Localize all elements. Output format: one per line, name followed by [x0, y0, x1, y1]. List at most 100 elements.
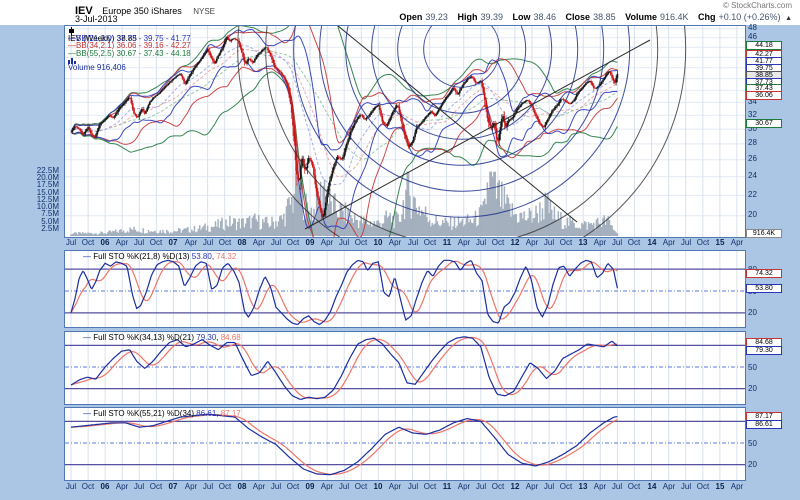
- x-tick-label: Oct: [149, 482, 163, 491]
- x-tick-label: Oct: [696, 482, 710, 491]
- x-tick-label: Jul: [680, 482, 692, 491]
- x-tick-label: 07: [168, 482, 178, 491]
- low-label: Low: [512, 12, 531, 22]
- line-swatch-icon: —: [83, 409, 94, 418]
- x-tick-label: 06: [100, 238, 110, 247]
- price-axis-label: 20: [748, 308, 757, 317]
- x-tick-label: 15: [715, 238, 725, 247]
- x-tick-label: Jul: [611, 238, 623, 247]
- axis-value-box: 79.30: [746, 346, 782, 355]
- x-tick-label: 11: [442, 482, 452, 491]
- x-tick-label: 11: [442, 238, 452, 247]
- high-value: 39.39: [480, 12, 503, 22]
- x-tick-label: Apr: [525, 482, 539, 491]
- x-tick-label: Jul: [475, 482, 487, 491]
- x-tick-label: Jul: [202, 482, 214, 491]
- volume-value: 916.4K: [659, 12, 689, 22]
- legend-bb55: —BB(55,2.5) 30.67 - 37.43 - 44.18: [68, 48, 191, 58]
- price-axis-label: 50: [748, 363, 757, 372]
- x-tick-label: 10: [373, 238, 383, 247]
- chart-header: IEV Europe 350 iShares NYSE 3-Jul-2013 ©…: [0, 0, 800, 25]
- x-tick-label: 13: [578, 482, 588, 491]
- volume-label: Volume: [625, 12, 657, 22]
- stockcharts-page: IEV Europe 350 iShares NYSE 3-Jul-2013 ©…: [0, 0, 800, 500]
- x-tick-label: Apr: [593, 238, 607, 247]
- x-tick-label: Oct: [354, 238, 368, 247]
- x-tick-label: 08: [237, 238, 247, 247]
- exchange-label: NYSE: [193, 7, 215, 16]
- x-tick-label: Oct: [354, 482, 368, 491]
- x-tick-label: Jul: [338, 238, 350, 247]
- quote-line: Open 39.23 High 39.39 Low 38.46 Close 38.85 …: [392, 12, 792, 22]
- price-axis-label: 26: [748, 154, 757, 163]
- x-tick-label: Jul: [133, 238, 145, 247]
- x-tick-label: Oct: [696, 238, 710, 247]
- x-tick-label: Jul: [543, 482, 555, 491]
- x-tick-label: Oct: [559, 482, 573, 491]
- x-tick-label: Oct: [423, 238, 437, 247]
- x-tick-label: 12: [510, 482, 520, 491]
- x-tick-label: Jul: [133, 482, 145, 491]
- stochastic-mid-canvas: [65, 332, 745, 404]
- x-tick-label: Apr: [184, 482, 198, 491]
- x-tick-label: 07: [168, 238, 178, 247]
- x-tick-label: 09: [305, 238, 315, 247]
- x-tick-label: 14: [647, 482, 657, 491]
- stoch-slow-d-value: 87.17: [220, 409, 241, 418]
- low-value: 38.46: [533, 12, 557, 22]
- price-axis-label: 20: [748, 210, 757, 219]
- x-tick-label: Apr: [662, 482, 676, 491]
- x-tick-label: Oct: [559, 238, 573, 247]
- bottom-x-axis: Jul Oct 06 Apr Jul Oct 07 Apr Jul Oct 08 Apr Jul Oct 0…: [0, 482, 800, 495]
- axis-value-box: 36.06: [746, 91, 782, 100]
- x-tick-label: Apr: [115, 482, 129, 491]
- main-price-chart: IEV (Weekly) 38.85 —BB(21,2.0) 37.73 - 3…: [64, 25, 746, 238]
- price-axis-label: 20: [748, 460, 757, 469]
- x-tick-label: Jul: [270, 238, 282, 247]
- price-axis-label: 20: [748, 384, 757, 393]
- axis-value-box: 53.80: [746, 284, 782, 293]
- axis-value-box: 44.18: [746, 41, 782, 50]
- x-tick-label: Oct: [218, 238, 232, 247]
- stoch-mid-d-value: 84.68: [220, 333, 241, 342]
- price-axis-label: 48: [748, 23, 757, 32]
- x-tick-label: 10: [373, 482, 383, 491]
- x-tick-label: Jul: [270, 482, 282, 491]
- axis-value-box: 916.4K: [746, 229, 782, 238]
- x-tick-label: Apr: [252, 482, 266, 491]
- close-label: Close: [565, 12, 591, 22]
- price-axis-label: 24: [748, 171, 757, 180]
- price-axis-label: 28: [748, 138, 757, 147]
- stoch-fast-d-value: 74.32: [216, 252, 237, 261]
- axis-value-box: 30.67: [746, 119, 782, 128]
- price-axis-label: 46: [748, 32, 757, 41]
- volume-axis-labels: 22.5M 20.0M 17.5M 15.0M 12.5M 10.0M 7.5M 5.0M 2.…: [0, 0, 62, 240]
- x-tick-label: 12: [510, 238, 520, 247]
- stoch-fast-k-value: 53.80: [191, 252, 212, 261]
- close-value: 38.85: [593, 12, 616, 22]
- line-swatch-icon: —: [83, 252, 94, 261]
- x-tick-label: Oct: [286, 482, 300, 491]
- x-tick-label: Oct: [81, 482, 95, 491]
- x-tick-label: Oct: [286, 238, 300, 247]
- x-tick-label: 13: [578, 238, 588, 247]
- stochastic-panel-mid: — Full STO %K(34,13) %D(21) 79.30, 84.68: [64, 331, 746, 405]
- main-chart-legend: IEV (Weekly) 38.85 —BB(21,2.0) 37.73 - 3…: [68, 27, 191, 72]
- volume-axis-label: 2.5M: [41, 224, 59, 233]
- x-tick-label: Apr: [320, 482, 334, 491]
- x-tick-label: Jul: [65, 238, 77, 247]
- x-tick-label: 08: [237, 482, 247, 491]
- x-tick-label: Jul: [65, 482, 77, 491]
- stoch-slow-k-value: 86.61: [196, 409, 217, 418]
- x-tick-label: Apr: [730, 238, 744, 247]
- price-axis-label: 50: [748, 439, 757, 448]
- stochastic-slow-canvas: [65, 408, 745, 480]
- x-tick-label: Apr: [388, 482, 402, 491]
- price-axis-label: 32: [748, 110, 757, 119]
- x-tick-label: Oct: [423, 482, 437, 491]
- open-value: 39.23: [425, 12, 448, 22]
- stochastic-mid-legend: — Full STO %K(34,13) %D(21) 79.30, 84.68: [83, 333, 241, 342]
- x-tick-label: Apr: [115, 238, 129, 247]
- x-tick-label: Apr: [457, 482, 471, 491]
- open-label: Open: [399, 12, 423, 22]
